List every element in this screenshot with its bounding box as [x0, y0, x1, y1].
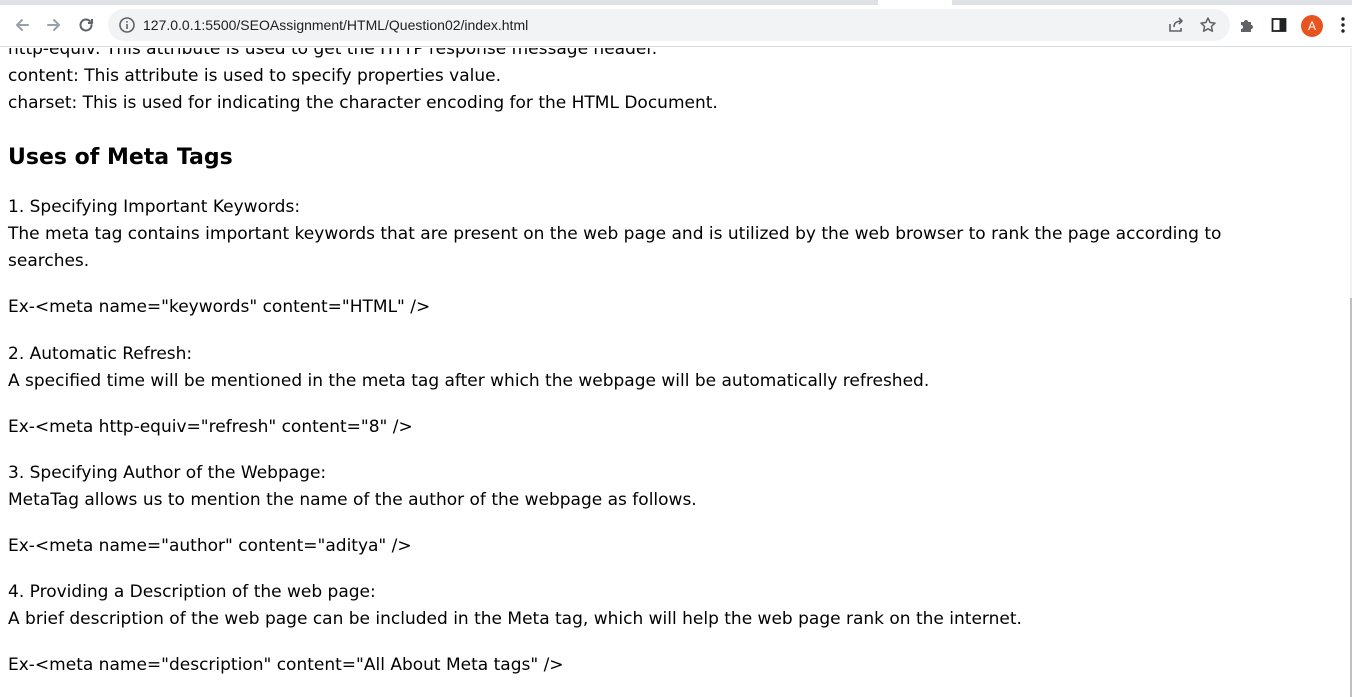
reload-button[interactable]	[72, 11, 100, 39]
page-viewport: http-equiv: This attribute is used to ge…	[0, 48, 1352, 697]
author-description: MetaTag allows us to mention the name of…	[8, 490, 697, 510]
url-text[interactable]: 127.0.0.1:5500/SEOAssignment/HTML/Questi…	[143, 9, 528, 41]
attr-line-content: content: This attribute is used to speci…	[8, 66, 501, 86]
extensions-icon	[1241, 20, 1253, 32]
address-bar[interactable]: 127.0.0.1:5500/SEOAssignment/HTML/Questi…	[108, 9, 1230, 41]
back-arrow-icon	[16, 19, 29, 31]
side-panel-icon	[1271, 18, 1287, 32]
keywords-example: Ex-<meta name="keywords" content="HTML" …	[8, 297, 431, 317]
refresh-description: A specified time will be mentioned in th…	[8, 371, 930, 391]
more-menu-button[interactable]	[1332, 14, 1352, 36]
keywords-description-cont: searches.	[8, 251, 90, 271]
keywords-description: The meta tag contains important keywords…	[8, 224, 1222, 244]
description-example: Ex-<meta name="description" content="All…	[8, 655, 564, 675]
more-menu-icon	[1341, 17, 1345, 33]
author-title: 3. Specifying Author of the Webpage:	[8, 463, 327, 483]
browser-toolbar: 127.0.0.1:5500/SEOAssignment/HTML/Questi…	[0, 5, 1352, 47]
attr-line-http-equiv: http-equiv: This attribute is used to ge…	[8, 48, 658, 59]
keywords-title: 1. Specifying Important Keywords:	[8, 197, 301, 217]
forward-arrow-icon	[47, 19, 60, 31]
side-panel-button[interactable]	[1268, 14, 1290, 36]
description-title: 4. Providing a Description of the web pa…	[8, 582, 376, 602]
star-icon	[1200, 17, 1216, 32]
share-button[interactable]	[1166, 15, 1186, 35]
bookmark-button[interactable]	[1198, 15, 1218, 35]
refresh-example: Ex-<meta http-equiv="refresh" content="8…	[8, 417, 413, 437]
description-description: A brief description of the web page can …	[8, 609, 1022, 629]
profile-avatar[interactable]: A	[1301, 15, 1323, 37]
section-heading: Uses of Meta Tags	[8, 145, 233, 170]
share-icon	[1169, 17, 1183, 32]
forward-button[interactable]	[40, 11, 68, 39]
refresh-title: 2. Automatic Refresh:	[8, 344, 193, 364]
back-button[interactable]	[8, 11, 36, 39]
attr-line-charset: charset: This is used for indicating the…	[8, 93, 718, 113]
info-icon[interactable]	[118, 16, 136, 34]
reload-icon	[79, 18, 93, 32]
extensions-button[interactable]	[1236, 14, 1258, 36]
author-example: Ex-<meta name="author" content="aditya" …	[8, 536, 412, 556]
